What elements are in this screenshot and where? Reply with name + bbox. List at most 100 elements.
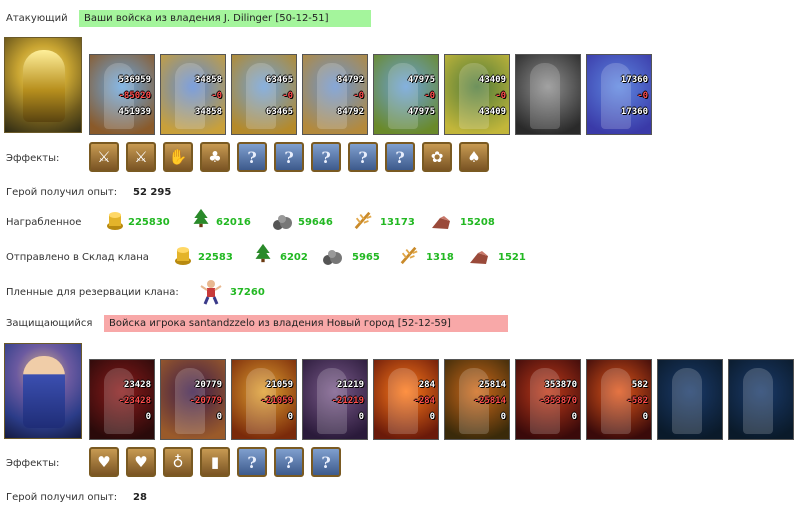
unit-card[interactable]: 536959 -85020 451939 — [89, 54, 155, 135]
unknown-effect-icon[interactable]: ? — [237, 142, 267, 172]
heart-sword-effect-icon[interactable]: ♥ — [126, 447, 156, 477]
grain-icon — [400, 246, 418, 265]
sent-grain-value: 1318 — [426, 252, 454, 263]
unit-count-loss: -0 — [353, 91, 364, 101]
loot-grain-value: 13173 — [380, 217, 415, 228]
wood-icon — [255, 243, 271, 263]
unit-count-bottom: 0 — [571, 412, 577, 422]
unit-card[interactable]: 25814 -25814 0 — [444, 359, 510, 440]
unit-count-top: 23428 — [123, 380, 151, 390]
archmage-unit-icon — [601, 63, 631, 129]
grain-icon — [354, 211, 372, 230]
unit-card[interactable] — [515, 54, 581, 135]
wood-icon — [193, 208, 209, 228]
unit-card[interactable]: 34858 -0 34858 — [160, 54, 226, 135]
unit-card[interactable] — [728, 359, 794, 440]
unit-count-bottom: 0 — [287, 412, 293, 422]
unit-count-loss: -0 — [211, 91, 222, 101]
unit-count-top: 21219 — [336, 380, 364, 390]
unit-card[interactable]: 23428 -23428 0 — [89, 359, 155, 440]
attacker-exp-label: Герой получил опыт: — [6, 187, 118, 198]
prisoner-icon — [200, 280, 222, 305]
unit-card[interactable]: 43409 -0 43409 — [444, 54, 510, 135]
unknown-effect-icon[interactable]: ? — [311, 142, 341, 172]
unit-count-top: 47975 — [407, 75, 435, 85]
unit-card[interactable]: 21219 -21219 0 — [302, 359, 368, 440]
unit-count-loss: -20779 — [189, 396, 222, 406]
sword-effect-icon[interactable]: ⚔ — [89, 142, 119, 172]
unit-count-top: 536959 — [118, 75, 151, 85]
unit-count-loss: -0 — [424, 91, 435, 101]
dark-knight-unit-icon — [530, 63, 560, 129]
unit-card[interactable]: 47975 -0 47975 — [373, 54, 439, 135]
door-effect-icon[interactable]: ▮ — [200, 447, 230, 477]
unknown-effect-icon[interactable]: ? — [311, 447, 341, 477]
unit-card[interactable]: 17360 -0 17360 — [586, 54, 652, 135]
defender-exp-label: Герой получил опыт: — [6, 492, 118, 503]
unit-count-loss: -582 — [626, 396, 648, 406]
unit-card[interactable]: 284 -284 0 — [373, 359, 439, 440]
unit-card[interactable]: 84792 -0 84792 — [302, 54, 368, 135]
unit-count-loss: -353870 — [539, 396, 577, 406]
unknown-effect-icon[interactable]: ? — [385, 142, 415, 172]
unit-count-loss: -284 — [413, 396, 435, 406]
defender-hero-portrait[interactable] — [4, 343, 82, 439]
unit-count-top: 84792 — [336, 75, 364, 85]
potion-effect-icon[interactable]: ♁ — [163, 447, 193, 477]
unit-count-loss: -21219 — [331, 396, 364, 406]
attacker-hero-portrait[interactable] — [4, 37, 82, 133]
unknown-effect-icon[interactable]: ? — [237, 447, 267, 477]
heart-effect-icon[interactable]: ♥ — [89, 447, 119, 477]
ore-icon — [323, 250, 342, 265]
unknown-effect-icon[interactable]: ? — [274, 447, 304, 477]
paladin-unit-icon — [175, 63, 205, 129]
unit-card[interactable]: 63465 -0 63465 — [231, 54, 297, 135]
unit-count-top: 63465 — [265, 75, 293, 85]
unit-count-bottom: 451939 — [118, 107, 151, 117]
unit-count-loss: -0 — [495, 91, 506, 101]
sent-brick-value: 1521 — [498, 252, 526, 263]
defender-exp-value: 28 — [133, 492, 147, 503]
bag-effect-icon[interactable]: ♣ — [200, 142, 230, 172]
war-machine-unit-icon — [743, 368, 773, 434]
unit-count-bottom: 0 — [500, 412, 506, 422]
unit-count-loss: -85020 — [118, 91, 151, 101]
unit-count-top: 25814 — [478, 380, 506, 390]
sent-gold-value: 22583 — [198, 252, 233, 263]
unit-card[interactable]: 353870 -353870 0 — [515, 359, 581, 440]
unknown-effect-icon[interactable]: ? — [348, 142, 378, 172]
scroll-effect-icon[interactable]: ♠ — [459, 142, 489, 172]
war-machine-unit-icon — [672, 368, 702, 434]
glove-effect-icon[interactable]: ✋ — [163, 142, 193, 172]
unit-count-top: 43409 — [478, 75, 506, 85]
defender-label: Защищающийся — [6, 318, 93, 329]
unit-card[interactable]: 20779 -20779 0 — [160, 359, 226, 440]
unit-count-bottom: 47975 — [407, 107, 435, 117]
hero-figure-icon — [23, 356, 65, 428]
hero-figure-icon — [23, 50, 65, 122]
sent-ore-value: 5965 — [352, 252, 380, 263]
sent-label: Отправлено в Склад клана — [6, 252, 149, 263]
unit-count-bottom: 0 — [429, 412, 435, 422]
unit-card[interactable]: 21059 -21059 0 — [231, 359, 297, 440]
unit-card[interactable] — [657, 359, 723, 440]
unit-count-bottom: 0 — [358, 412, 364, 422]
defender-title-bar: Войска игрока santandzzelo из владения Н… — [104, 315, 508, 332]
unit-count-bottom: 34858 — [194, 107, 222, 117]
unit-count-loss: -0 — [637, 91, 648, 101]
attacker-effects-label: Эффекты: — [6, 153, 60, 164]
prisoners-label: Пленные для резервации клана: — [6, 287, 179, 298]
sword-shield-effect-icon[interactable]: ⚔ — [126, 142, 156, 172]
unknown-effect-icon[interactable]: ? — [274, 142, 304, 172]
sent-wood-value: 6202 — [280, 252, 308, 263]
loot-ore-value: 59646 — [298, 217, 333, 228]
unit-count-bottom: 0 — [642, 412, 648, 422]
unit-card[interactable]: 582 -582 0 — [586, 359, 652, 440]
flower-effect-icon[interactable]: ✿ — [422, 142, 452, 172]
unit-count-bottom: 63465 — [265, 107, 293, 117]
loot-wood-value: 62016 — [216, 217, 251, 228]
attacker-exp-value: 52 295 — [133, 187, 172, 198]
unit-count-bottom: 84792 — [336, 107, 364, 117]
unit-count-bottom: 0 — [216, 412, 222, 422]
unit-count-top: 34858 — [194, 75, 222, 85]
